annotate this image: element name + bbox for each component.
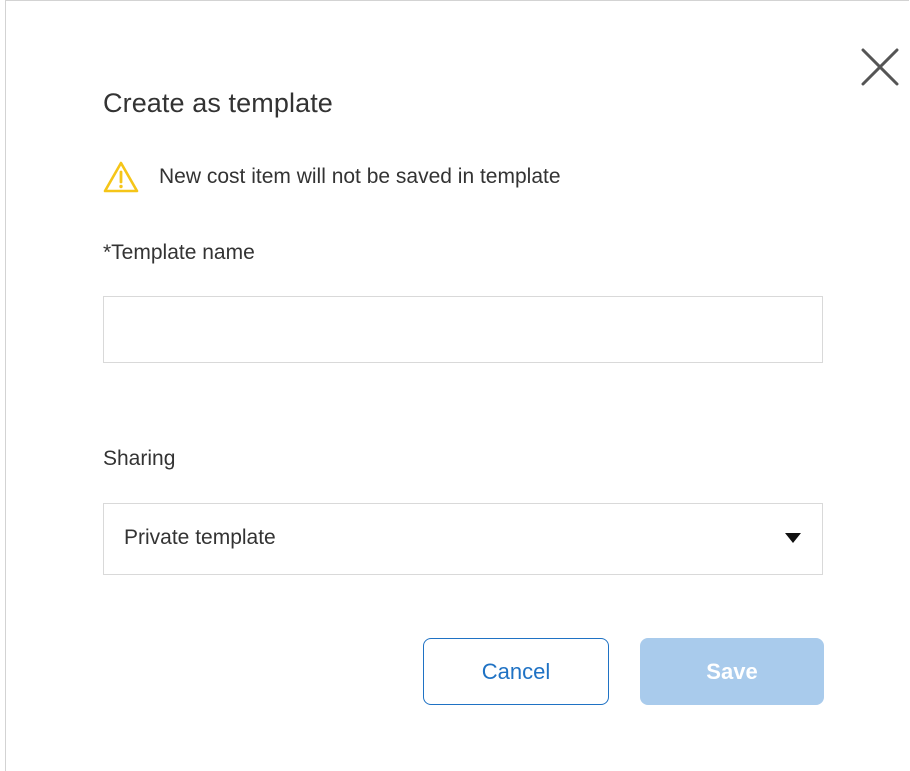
close-button[interactable] — [859, 46, 901, 88]
sharing-select[interactable]: Private template — [103, 503, 823, 575]
dialog-title: Create as template — [103, 88, 333, 118]
sharing-selected-value: Private template — [124, 526, 276, 549]
sharing-label: Sharing — [103, 447, 176, 470]
template-name-label: *Template name — [103, 241, 255, 264]
close-icon — [861, 48, 899, 86]
caret-down-icon — [785, 533, 801, 543]
create-template-dialog: Create as template New cost item will no… — [5, 0, 909, 771]
cancel-button[interactable]: Cancel — [423, 638, 609, 705]
warning-triangle-icon — [103, 161, 139, 193]
warning-message: New cost item will not be saved in templ… — [103, 157, 561, 197]
save-button[interactable]: Save — [640, 638, 824, 705]
template-name-input[interactable] — [103, 296, 823, 363]
warning-text: New cost item will not be saved in templ… — [159, 165, 561, 188]
